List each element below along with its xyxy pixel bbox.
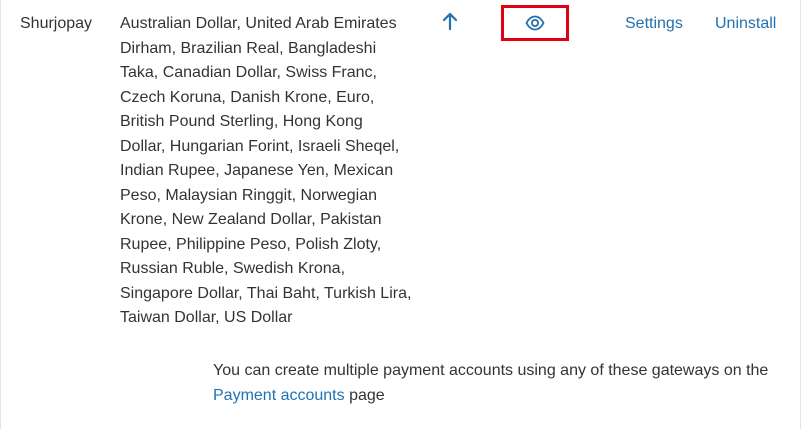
note-text-before: You can create multiple payment accounts…	[213, 362, 769, 379]
uninstall-link[interactable]: Uninstall	[715, 12, 776, 37]
gateway-list-panel: Shurjopay Australian Dollar, United Arab…	[0, 0, 801, 429]
payment-accounts-link[interactable]: Payment accounts	[213, 387, 345, 404]
view-gateway-button[interactable]	[501, 5, 569, 41]
settings-link[interactable]: Settings	[625, 12, 683, 37]
eye-icon	[525, 15, 545, 31]
payment-accounts-note: You can create multiple payment accounts…	[213, 359, 793, 408]
gateway-name: Shurjopay	[20, 15, 93, 32]
supported-currencies: Australian Dollar, United Arab Emirates …	[120, 15, 412, 326]
note-text-after: page	[344, 386, 385, 404]
move-up-button[interactable]	[441, 11, 459, 31]
arrow-up-icon	[442, 12, 458, 31]
